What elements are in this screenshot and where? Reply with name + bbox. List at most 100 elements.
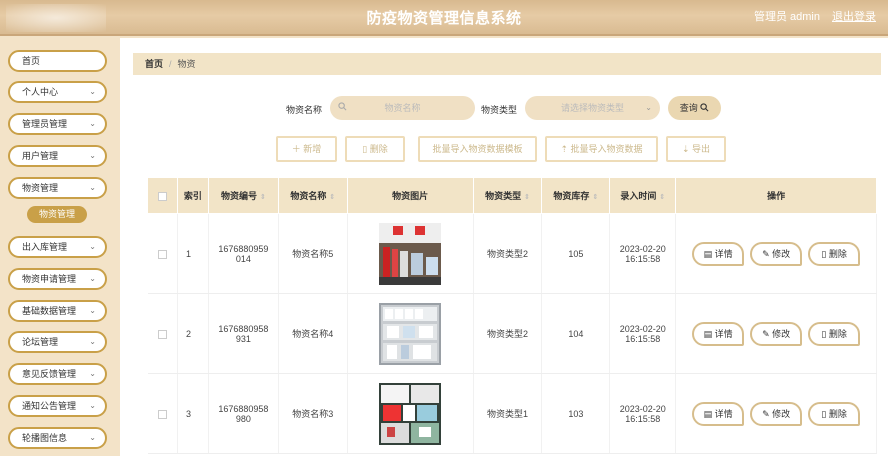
name-filter-input[interactable]: 物资名称 (330, 96, 475, 120)
chevron-down-icon: ⌄ (645, 103, 652, 112)
breadcrumb: 首页 / 物资 (133, 53, 881, 75)
table-row: 1 1676880959 014 物资名称5 物资类型2 105 2023-02… (147, 213, 877, 294)
col-image: 物资图片 (346, 177, 474, 214)
delete-row-button-label: 删除 (828, 408, 847, 419)
row-name: 物资名称4 (278, 293, 348, 374)
delete-button[interactable]: ▯ 删除 (345, 136, 405, 162)
edit-button[interactable]: ✎ 修改 (750, 401, 803, 426)
chevron-down-icon: ⌄ (89, 401, 96, 410)
sidebar-item-home[interactable]: 首页 (8, 50, 107, 72)
row-stock: 104 (541, 293, 611, 374)
chevron-down-icon: ⌄ (89, 151, 96, 160)
sidebar-item-label: 论坛管理 (22, 337, 59, 347)
row-date: 2023-02-20 (619, 403, 666, 414)
query-button-label: 查询 (679, 103, 698, 113)
edit-button[interactable]: ✎ 修改 (750, 321, 803, 346)
col-stock[interactable]: 物资库存 ⇕ (541, 177, 611, 214)
row-checkbox[interactable] (157, 409, 167, 419)
sidebar-item-supplies[interactable]: 物资管理 ⌄ (8, 177, 107, 199)
col-code-label: 物资编号 (220, 191, 257, 201)
table-row: 2 1676880958 931 物资名称4 物资类型2 104 2023-02… (147, 293, 877, 374)
row-date: 2023-02-20 (619, 323, 666, 334)
row-code-line2: 931 (235, 333, 251, 344)
sort-icon[interactable]: ⇕ (659, 194, 665, 201)
edit-icon: ✎ (762, 408, 773, 419)
type-filter-select[interactable]: 请选择物资类型 ⌄ (525, 96, 660, 120)
row-select-cell[interactable] (147, 213, 178, 294)
breadcrumb-home[interactable]: 首页 (145, 59, 163, 69)
col-name-label: 物资名称 (290, 191, 327, 201)
edit-icon: ✎ (762, 328, 773, 339)
detail-button[interactable]: ▤ 详情 (692, 241, 745, 266)
sidebar-item-forum[interactable]: 论坛管理 ⌄ (8, 331, 107, 353)
trash-icon: ▯ (821, 248, 829, 259)
sidebar-subitem-supplies[interactable]: 物资管理 (27, 206, 87, 223)
supply-image[interactable] (379, 222, 442, 285)
row-select-cell[interactable] (147, 373, 178, 454)
trash-icon: ▯ (362, 144, 370, 154)
supply-image[interactable] (379, 382, 442, 445)
import-template-button[interactable]: 批量导入物资数据模板 (418, 136, 537, 162)
logout-link[interactable]: 退出登录 (832, 8, 876, 24)
sidebar-item-carousel[interactable]: 轮播图信息 ⌄ (8, 427, 107, 449)
sidebar-item-notice[interactable]: 通知公告管理 ⌄ (8, 395, 107, 417)
sidebar-item-label: 物资管理 (22, 183, 59, 193)
row-image-cell (347, 293, 474, 374)
detail-button[interactable]: ▤ 详情 (692, 401, 745, 426)
row-code-line1: 1676880958 (218, 403, 269, 414)
sort-icon[interactable]: ⇕ (592, 194, 598, 201)
sidebar-item-inout[interactable]: 出入库管理 ⌄ (8, 236, 107, 258)
edit-button-label: 修改 (772, 408, 791, 419)
supply-image[interactable] (379, 302, 442, 365)
name-filter-placeholder: 物资名称 (384, 103, 421, 113)
row-code-line1: 1676880958 (218, 323, 269, 334)
row-type: 物资类型2 (473, 293, 543, 374)
col-time-label: 录入时间 (620, 191, 657, 201)
detail-button[interactable]: ▤ 详情 (692, 321, 745, 346)
sidebar-item-label: 通知公告管理 (22, 401, 77, 411)
trash-icon: ▯ (821, 328, 829, 339)
sort-icon[interactable]: ⇕ (524, 194, 530, 201)
add-button[interactable]: ＋ 新增 (276, 136, 337, 162)
download-icon: ⇣ (681, 144, 693, 154)
col-name[interactable]: 物资名称 ⇕ (277, 177, 348, 214)
row-code: 1676880959 014 (208, 213, 279, 294)
sidebar-item-users[interactable]: 用户管理 ⌄ (8, 145, 107, 167)
row-select-cell[interactable] (147, 293, 178, 374)
edit-button[interactable]: ✎ 修改 (750, 241, 803, 266)
import-data-button[interactable]: ⇡ 批量导入物资数据 (545, 136, 658, 162)
select-all-cell[interactable] (147, 177, 178, 214)
select-all-checkbox[interactable] (157, 191, 167, 201)
chevron-down-icon: ⌄ (89, 242, 96, 251)
row-time-of-day: 16:15:58 (625, 413, 661, 424)
col-ops: 操作 (675, 177, 877, 214)
sidebar-item-admin[interactable]: 管理员管理 ⌄ (8, 113, 107, 135)
col-code[interactable]: 物资编号 ⇕ (207, 177, 279, 214)
delete-row-button[interactable]: ▯ 删除 (808, 401, 861, 426)
row-checkbox[interactable] (157, 249, 167, 259)
delete-row-button[interactable]: ▯ 删除 (808, 241, 861, 266)
sidebar-item-apply[interactable]: 物资申请管理 ⌄ (8, 268, 107, 290)
row-checkbox[interactable] (157, 329, 167, 339)
row-actions: ▤ 详情 ✎ 修改 ▯ 删除 (675, 293, 877, 374)
row-date: 2023-02-20 (619, 243, 666, 254)
query-button[interactable]: 查询 (668, 96, 721, 120)
chevron-down-icon: ⌄ (89, 183, 96, 192)
chevron-down-icon: ⌄ (89, 274, 96, 283)
sidebar-item-basedata[interactable]: 基础数据管理 ⌄ (8, 300, 107, 322)
detail-button-label: 详情 (714, 248, 733, 259)
sort-icon[interactable]: ⇕ (260, 194, 266, 201)
document-icon: ▤ (703, 328, 715, 339)
sidebar-item-profile[interactable]: 个人中心 ⌄ (8, 81, 107, 103)
row-time-of-day: 16:15:58 (625, 253, 661, 264)
sidebar-item-label: 管理员管理 (22, 119, 68, 129)
col-time[interactable]: 录入时间 ⇕ (609, 177, 677, 214)
chevron-down-icon: ⌄ (89, 369, 96, 378)
sidebar-item-label: 出入库管理 (22, 242, 68, 252)
col-type[interactable]: 物资类型 ⇕ (472, 177, 543, 214)
sidebar-item-feedback[interactable]: 意见反馈管理 ⌄ (8, 363, 107, 385)
delete-row-button-label: 删除 (828, 248, 847, 259)
delete-row-button[interactable]: ▯ 删除 (808, 321, 861, 346)
sort-icon[interactable]: ⇕ (329, 194, 335, 201)
export-button[interactable]: ⇣ 导出 (666, 136, 726, 162)
